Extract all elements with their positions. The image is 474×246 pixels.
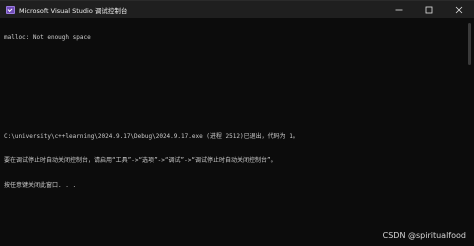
watermark: CSDN @spiritualfood <box>382 231 466 240</box>
console-window: Microsoft Visual Studio 调试控制台 malloc: No… <box>0 0 474 246</box>
console-output[interactable]: malloc: Not enough space C:\university\c… <box>4 18 460 207</box>
minimize-icon <box>395 9 403 10</box>
close-icon <box>455 6 463 13</box>
console-line: C:\university\c++learning\2024.9.17\Debu… <box>4 132 299 140</box>
window-controls <box>384 1 474 18</box>
vertical-scrollbar[interactable] <box>468 23 471 65</box>
console-line: 要在调试停止时自动关闭控制台，请启用“工具”->“选项”->“调试”->“调试停… <box>4 157 277 165</box>
maximize-icon <box>425 6 433 13</box>
window-title: Microsoft Visual Studio 调试控制台 <box>19 6 128 15</box>
console-line: malloc: Not enough space <box>4 34 91 42</box>
close-button[interactable] <box>444 1 474 18</box>
maximize-button[interactable] <box>414 1 444 18</box>
title-bar[interactable]: Microsoft Visual Studio 调试控制台 <box>0 1 474 18</box>
minimize-button[interactable] <box>384 1 414 18</box>
console-line: 按任意键关闭此窗口. . . <box>4 181 77 189</box>
visual-studio-icon <box>6 5 15 14</box>
